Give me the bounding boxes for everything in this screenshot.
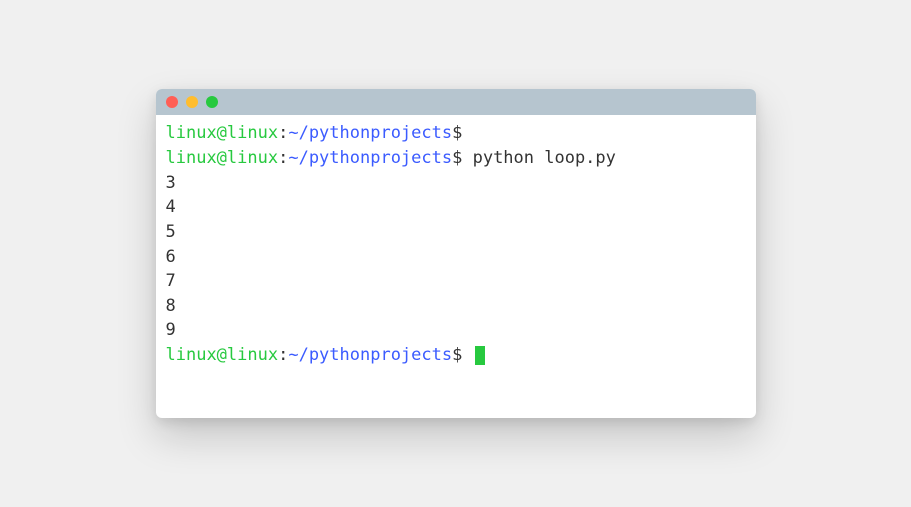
prompt-path: ~/pythonprojects	[288, 148, 452, 168]
output-text: 7	[166, 271, 176, 291]
prompt-user: linux@linux	[166, 123, 279, 143]
terminal-output-line: 5	[166, 220, 746, 245]
terminal-output-line: 9	[166, 318, 746, 343]
prompt-dollar: $	[452, 148, 462, 168]
terminal-body[interactable]: linux@linux:~/pythonprojects$ linux@linu…	[156, 115, 756, 417]
output-text: 5	[166, 222, 176, 242]
prompt-separator: :	[278, 123, 288, 143]
output-text: 3	[166, 173, 176, 193]
output-text: 9	[166, 320, 176, 340]
window-titlebar	[156, 89, 756, 115]
prompt-dollar: $	[452, 345, 462, 365]
minimize-icon[interactable]	[186, 96, 198, 108]
maximize-icon[interactable]	[206, 96, 218, 108]
terminal-prompt-line: linux@linux:~/pythonprojects$	[166, 121, 746, 146]
prompt-command	[462, 123, 472, 143]
terminal-prompt-line: linux@linux:~/pythonprojects$	[166, 343, 746, 368]
terminal-prompt-line: linux@linux:~/pythonprojects$ python loo…	[166, 146, 746, 171]
output-text: 4	[166, 197, 176, 217]
terminal-output-line: 6	[166, 245, 746, 270]
prompt-command: python loop.py	[462, 148, 616, 168]
close-icon[interactable]	[166, 96, 178, 108]
terminal-window: linux@linux:~/pythonprojects$ linux@linu…	[156, 89, 756, 417]
terminal-output-line: 3	[166, 171, 746, 196]
prompt-separator: :	[278, 345, 288, 365]
prompt-path: ~/pythonprojects	[288, 345, 452, 365]
output-text: 6	[166, 247, 176, 267]
output-text: 8	[166, 296, 176, 316]
terminal-output-line: 7	[166, 269, 746, 294]
prompt-user: linux@linux	[166, 148, 279, 168]
prompt-separator: :	[278, 148, 288, 168]
terminal-output-line: 8	[166, 294, 746, 319]
prompt-command	[462, 345, 472, 365]
prompt-user: linux@linux	[166, 345, 279, 365]
prompt-dollar: $	[452, 123, 462, 143]
terminal-output-line: 4	[166, 195, 746, 220]
cursor-icon	[475, 346, 485, 365]
prompt-path: ~/pythonprojects	[288, 123, 452, 143]
